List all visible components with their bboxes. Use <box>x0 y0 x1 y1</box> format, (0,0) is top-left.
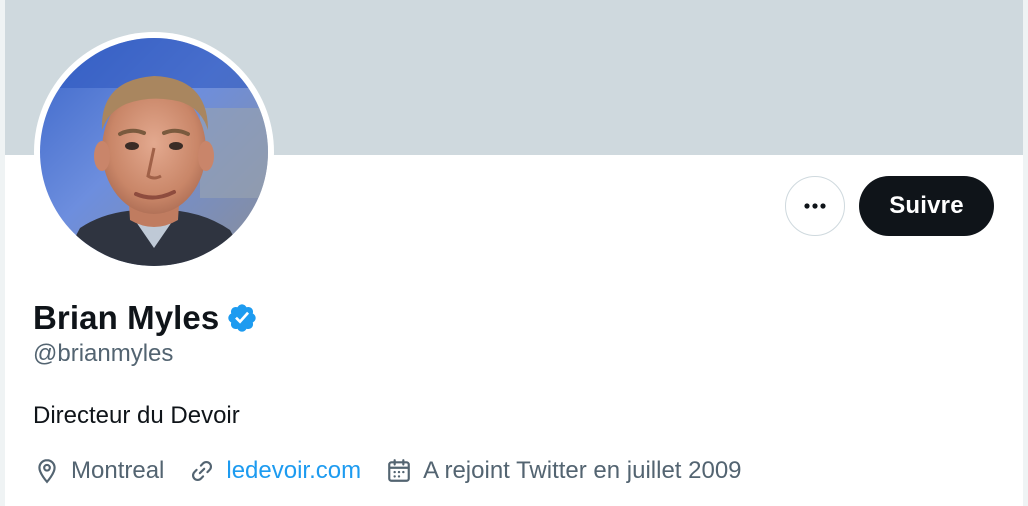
website-link[interactable]: ledevoir.com <box>226 457 361 485</box>
calendar-icon <box>385 457 413 485</box>
profile-avatar[interactable] <box>34 32 274 272</box>
profile-name-row: Brian Myles <box>33 296 258 340</box>
meta-website: ledevoir.com <box>188 457 361 485</box>
profile-meta: Montreal ledevoir.com A rejoint Twitter … <box>33 453 766 489</box>
location-text: Montreal <box>71 457 165 484</box>
profile-page: Suivre Brian Myles @brianmyles Directeur… <box>0 0 1028 506</box>
location-pin-icon <box>33 457 61 485</box>
more-horizontal-icon <box>803 197 827 215</box>
profile-name: Brian Myles <box>33 299 220 336</box>
profile-bio: Directeur du Devoir <box>33 402 240 429</box>
follow-button[interactable]: Suivre <box>859 176 994 236</box>
profile-handle: @brianmyles <box>33 340 174 367</box>
avatar-photo <box>40 38 268 266</box>
right-border <box>1023 0 1028 506</box>
link-icon <box>188 457 216 485</box>
meta-joined: A rejoint Twitter en juillet 2009 <box>385 457 742 485</box>
joined-text: A rejoint Twitter en juillet 2009 <box>423 457 742 484</box>
meta-location: Montreal <box>33 457 164 485</box>
more-options-button[interactable] <box>785 176 845 236</box>
verified-badge-icon[interactable] <box>226 302 258 334</box>
